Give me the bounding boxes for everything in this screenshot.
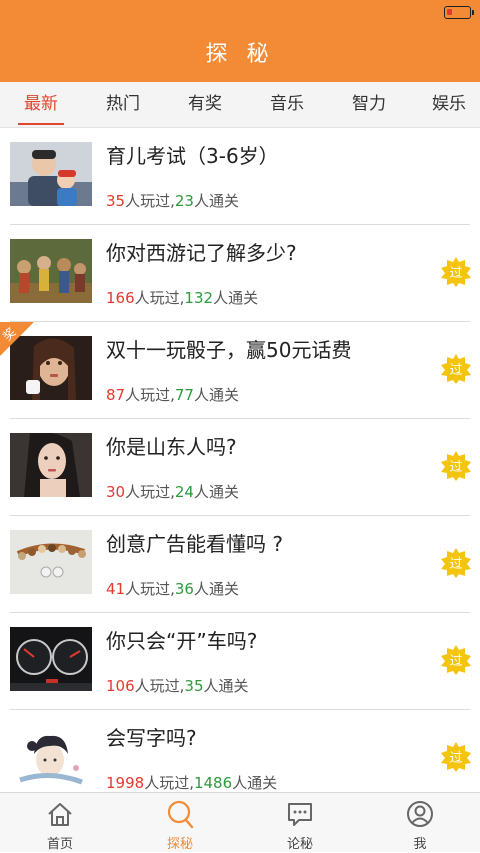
list-item[interactable]: 你只会“开”车吗? 106人玩过,35人通关 过: [0, 613, 480, 710]
quiz-title: 你只会“开”车吗?: [106, 629, 258, 653]
nav-me-label: 我: [413, 837, 427, 852]
played-count: 30: [106, 483, 126, 501]
played-count: 1998: [106, 774, 145, 792]
svg-text:过: 过: [449, 751, 462, 766]
passed-count: 132: [184, 289, 214, 307]
played-count: 106: [106, 677, 135, 695]
nav-home-label: 首页: [46, 837, 73, 852]
profile-icon: [407, 801, 433, 827]
passed-count: 77: [174, 386, 194, 404]
quiz-stats: 35人玩过,23人通关: [106, 192, 239, 210]
home-icon: [48, 803, 72, 826]
page-title: 探 秘: [205, 42, 275, 67]
quiz-thumbnail: [10, 142, 92, 206]
passed-badge-icon: 过: [440, 644, 472, 676]
passed-badge-icon: 过: [440, 547, 472, 579]
quiz-title: 育儿考试（3-6岁）: [106, 144, 279, 168]
nav-home[interactable]: 首页: [20, 793, 100, 853]
tab-music[interactable]: 音乐: [252, 82, 322, 128]
tab-intelligence[interactable]: 智力: [334, 82, 404, 128]
passed-count: 23: [174, 192, 194, 210]
nav-explore-label: 探秘: [166, 837, 193, 852]
quiz-stats: 41人玩过,36人通关: [106, 580, 239, 598]
svg-text:过: 过: [449, 654, 462, 669]
nav-explore[interactable]: 探秘: [140, 793, 220, 853]
tab-entertainment[interactable]: 娱乐: [414, 82, 480, 128]
chat-icon: [288, 803, 312, 826]
quiz-stats: 166人玩过,132人通关: [106, 289, 259, 307]
passed-count: 35: [184, 677, 204, 695]
nav-me[interactable]: 我: [380, 793, 460, 853]
nav-discuss[interactable]: 论秘: [260, 793, 340, 853]
tab-prize[interactable]: 有奖: [170, 82, 240, 128]
search-icon: [167, 800, 194, 829]
list-item[interactable]: 你是山东人吗? 30人玩过,24人通关 过: [0, 419, 480, 516]
quiz-stats: 1998人玩过,1486人通关: [106, 774, 278, 792]
svg-text:过: 过: [449, 363, 462, 378]
active-tab-indicator: [18, 123, 64, 125]
quiz-title: 双十一玩骰子，赢50元话费: [106, 338, 352, 362]
played-count: 35: [106, 192, 126, 210]
category-tabs: 最新 热门 有奖 音乐 智力 娱乐: [0, 82, 480, 128]
tab-latest[interactable]: 最新: [6, 82, 76, 128]
prize-ribbon-icon: 奖: [0, 322, 34, 356]
list-item[interactable]: 创意广告能看懂吗 ? 41人玩过,36人通关 过: [0, 516, 480, 613]
svg-text:过: 过: [449, 266, 462, 281]
quiz-stats: 30人玩过,24人通关: [106, 483, 239, 501]
quiz-thumbnail: [10, 239, 92, 303]
quiz-stats: 106人玩过,35人通关: [106, 677, 249, 695]
passed-count: 24: [174, 483, 194, 501]
passed-badge-icon: 过: [440, 741, 472, 773]
played-count: 166: [106, 289, 135, 307]
quiz-thumbnail: [10, 530, 92, 594]
passed-count: 36: [174, 580, 194, 598]
passed-badge-icon: 过: [440, 450, 472, 482]
nav-discuss-label: 论秘: [286, 837, 313, 852]
quiz-title: 你对西游记了解多少?: [106, 241, 297, 265]
bottom-nav: 首页 探秘 论秘 我: [0, 792, 480, 852]
quiz-thumbnail: [10, 433, 92, 497]
list-item[interactable]: 你对西游记了解多少? 166人玩过,132人通关 过: [0, 225, 480, 322]
quiz-title: 你是山东人吗?: [106, 435, 237, 459]
passed-badge-icon: 过: [440, 353, 472, 385]
quiz-stats: 87人玩过,77人通关: [106, 386, 239, 404]
tab-hot[interactable]: 热门: [88, 82, 158, 128]
svg-text:过: 过: [449, 460, 462, 475]
passed-count: 1486: [193, 774, 233, 792]
list-item[interactable]: 奖 双十一玩骰子，赢50元话费 87人玩过,77人通关 过: [0, 322, 480, 419]
svg-text:过: 过: [449, 557, 462, 572]
quiz-title: 会写字吗?: [106, 726, 197, 750]
battery-icon: [444, 6, 471, 19]
status-bar: [444, 6, 474, 20]
quiz-thumbnail: [10, 724, 92, 788]
app-header: 探 秘: [0, 0, 480, 82]
list-item[interactable]: 育儿考试（3-6岁） 35人玩过,23人通关: [0, 128, 480, 225]
passed-badge-icon: 过: [440, 256, 472, 288]
quiz-thumbnail: [10, 627, 92, 691]
played-count: 41: [106, 580, 126, 598]
quiz-title: 创意广告能看懂吗 ?: [106, 532, 283, 556]
played-count: 87: [106, 386, 126, 404]
